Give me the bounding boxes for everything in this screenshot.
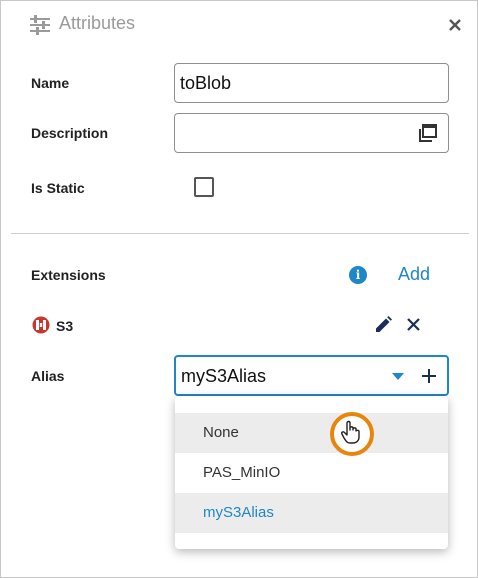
alias-label: Alias	[31, 368, 65, 384]
hand-pointer-icon	[341, 420, 360, 444]
is-static-label: Is Static	[31, 180, 85, 196]
extensions-label: Extensions	[31, 267, 106, 283]
name-field[interactable]: toBlob	[174, 63, 449, 103]
name-field-value: toBlob	[180, 73, 232, 93]
info-icon[interactable]: i	[349, 266, 367, 284]
dropdown-option-mys3alias[interactable]: myS3Alias	[175, 493, 448, 533]
remove-extension-icon[interactable]	[407, 318, 420, 331]
is-static-checkbox[interactable]	[194, 177, 214, 197]
name-label: Name	[31, 75, 70, 91]
dropdown-option-none[interactable]: None	[175, 413, 448, 453]
panel-title: Attributes	[59, 13, 136, 33]
alias-select-value: myS3Alias	[181, 366, 267, 386]
pencil-icon[interactable]	[375, 316, 392, 333]
sliders-icon	[30, 15, 50, 35]
add-extension-button[interactable]: Add	[398, 264, 430, 285]
section-divider	[11, 233, 469, 234]
description-field[interactable]	[174, 113, 449, 153]
close-icon[interactable]	[449, 19, 461, 31]
chevron-down-icon[interactable]	[392, 373, 404, 380]
s3-logo-icon	[32, 316, 50, 334]
description-label: Description	[31, 125, 109, 141]
alias-select[interactable]: myS3Alias	[174, 355, 449, 396]
attributes-panel: Attributes Name toBlob Description Is St…	[0, 0, 478, 578]
plus-icon[interactable]	[422, 369, 436, 383]
expand-editor-icon[interactable]	[419, 124, 437, 142]
dropdown-option-pas-minio[interactable]: PAS_MinIO	[175, 453, 448, 493]
extension-name: S3	[56, 318, 74, 334]
alias-dropdown: None PAS_MinIO myS3Alias	[175, 396, 448, 549]
